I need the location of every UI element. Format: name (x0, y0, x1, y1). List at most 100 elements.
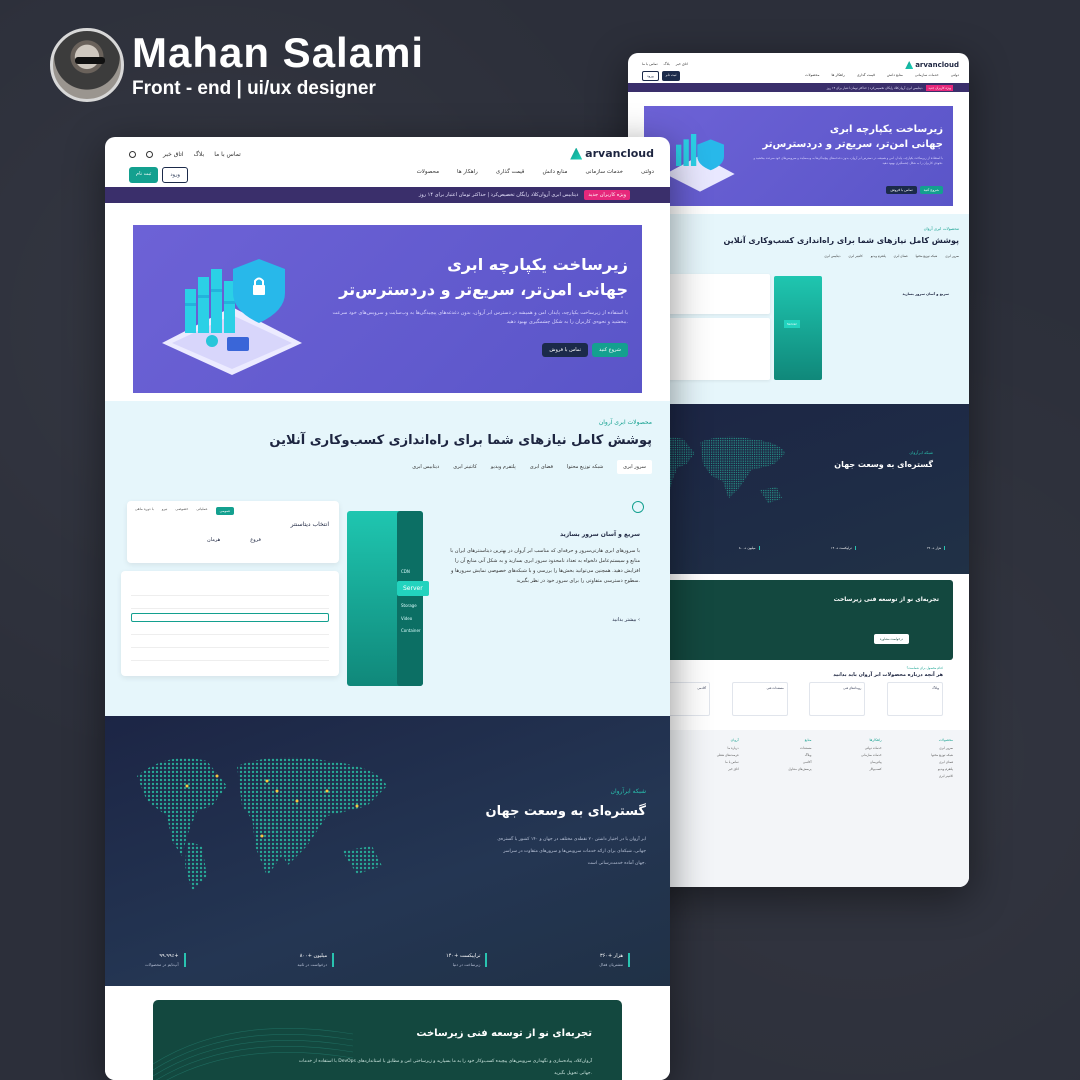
dash-menu-video[interactable]: Video (401, 616, 412, 621)
start-button[interactable]: شروع کنید (592, 343, 628, 357)
top-nav: تماس با ما بلاگ اتاق خبر (642, 62, 688, 66)
dash-menu-server[interactable]: Server (784, 320, 800, 328)
filter-tab[interactable]: خصوصی (175, 507, 188, 515)
resource-card[interactable]: مستندات فنی (731, 682, 788, 716)
section-title: پوشش کامل نیازهای شما برای راه‌اندازی کس… (723, 236, 959, 245)
stat-customers: هزار +۳۶۰ مشتریان فعال (599, 953, 630, 967)
nav-link[interactable]: تماس با ما (214, 151, 241, 158)
cloud-security-illustration (162, 259, 302, 375)
footer-column: آروان درباره ما فرصت‌های شغلی تماس با ما اتا… (716, 738, 739, 771)
promo-bar[interactable]: دیتابیس ابری آروان‌کلاد رایگان تخصیص‌کرد… (628, 83, 969, 92)
tab[interactable]: دیتابیس ابری (824, 254, 840, 258)
datacenter-option[interactable]: هرمان (207, 537, 220, 543)
table-row[interactable] (131, 613, 329, 622)
start-button[interactable]: شروع کنید (919, 186, 943, 194)
promo-bar[interactable]: دیتابیس ابری آروان‌کلاد رایگان تخصیص‌کرد… (105, 187, 670, 203)
nav-link[interactable]: بلاگ (194, 151, 205, 158)
nav-link[interactable]: اتاق خبر (676, 62, 688, 66)
login-button[interactable]: ورود (642, 71, 659, 81)
tab[interactable]: پلتفرم ویدیو (871, 254, 886, 258)
section-kicker: محصولات ابری آروان (923, 226, 959, 231)
tab[interactable]: کانتینر ابری (849, 254, 863, 258)
footer-column: راهکارها خدمات دولتی خدمات سازمانی پیام‌رسا… (861, 738, 882, 771)
network-stats: هزار +۳۶۰ مشتریان فعال تراپیکست +۱۴۰ زیرسا… (145, 953, 630, 967)
filter-tab[interactable]: نیرو (162, 507, 168, 515)
signup-button[interactable]: ثبت نام (661, 71, 681, 81)
menu-item[interactable]: قیمت گذاری (496, 169, 525, 175)
tab-cloud-server[interactable]: سرور ابری (617, 460, 652, 474)
promo-text: دیتابیس ابری آروان‌کلاد رایگان تخصیص‌کرد… (418, 192, 579, 198)
learn-more-link[interactable]: بیشتر بدانید ‹ (612, 617, 640, 623)
menu-item[interactable]: دولتی (641, 169, 654, 175)
tab[interactable]: شبکه توزیع محتوا (916, 254, 938, 258)
promo-badge: ویژه کاربران جدید (584, 190, 630, 200)
dash-menu-server[interactable]: Server (397, 581, 429, 596)
dash-menu-storage[interactable]: Storage (401, 603, 417, 608)
tab-container[interactable]: کانتینر ابری (453, 464, 477, 474)
login-button[interactable]: ورود (162, 167, 188, 183)
nav-link[interactable]: بلاگ (664, 62, 670, 66)
products-section: محصولات ابری آروان پوشش کامل نیازهای شما… (105, 401, 670, 716)
products-section: محصولات ابری آروان پوشش کامل نیازهای شما… (628, 214, 969, 404)
nav-link[interactable]: اتاق خبر (163, 151, 184, 158)
table-row[interactable] (131, 626, 329, 635)
menu-item[interactable]: راهکار ها (831, 73, 844, 77)
table-row[interactable] (131, 587, 329, 596)
resource-card[interactable]: رویدادهای فنی (809, 682, 866, 716)
menu-item[interactable]: خدمات سازمانی (585, 169, 623, 175)
site-logo[interactable]: arvancloud (905, 61, 959, 69)
table-row[interactable] (131, 639, 329, 648)
globe-icon[interactable] (129, 151, 136, 158)
dashboard-sidebar: CDN Server Storage Video Container (347, 511, 429, 686)
tab[interactable]: سرور ابری (945, 254, 959, 258)
signup-button[interactable]: ثبت نام (129, 167, 159, 183)
main-menu: دولتی خدمات سازمانی منابع دانش قیمت گذار… (805, 73, 959, 77)
nav-link[interactable]: تماس با ما (642, 62, 658, 66)
footer: محصولات سرور ابری شبکه توزیع محتوا فضای ابر… (628, 730, 969, 887)
tab-storage[interactable]: فضای ابری (530, 464, 553, 474)
menu-item[interactable]: منابع دانش (887, 73, 903, 77)
devops-consult-button[interactable]: درخواست مشاوره (873, 634, 909, 644)
menu-item[interactable]: راهکار ها (457, 169, 478, 175)
filter-tab[interactable]: با دوره ماهی (135, 507, 154, 515)
tab-cdn[interactable]: شبکه توزیع محتوا (567, 464, 603, 474)
dash-menu-container[interactable]: Container (401, 628, 421, 633)
hero-title: زیرساخت یکپارچه ابری (829, 124, 943, 135)
bulb-icon[interactable] (146, 151, 153, 158)
menu-item[interactable]: منابع دانش (542, 169, 567, 175)
dash-menu-cdn[interactable]: CDN (401, 569, 410, 574)
filter-tab[interactable]: عملیاتی (196, 507, 207, 515)
table-row[interactable] (131, 652, 329, 661)
tab[interactable]: فضای ابری (894, 254, 908, 258)
table-row[interactable] (131, 600, 329, 609)
author-avatar (50, 28, 124, 102)
menu-item[interactable]: محصولات (805, 73, 819, 77)
contact-sales-button[interactable]: تماس با فروش (886, 186, 917, 194)
product-tabs: سرور ابری شبکه توزیع محتوا فضای ابری پلت… (412, 460, 652, 474)
tab-database[interactable]: دیتابیس ابری (412, 464, 439, 474)
menu-item[interactable]: خدمات سازمانی (915, 73, 939, 77)
section-kicker: شبکه ابرآروان (909, 450, 933, 455)
section-kicker: محصولات ابری آروان (598, 419, 652, 426)
contact-sales-button[interactable]: تماس با فروش (542, 343, 589, 357)
hero-subtitle: جهانی امن‌تر، سریع‌تر و دردسترس‌تر (339, 280, 628, 299)
menu-item[interactable]: محصولات (417, 169, 439, 175)
datacenter-option[interactable]: فروغ (250, 537, 261, 543)
server-table (121, 571, 339, 676)
menu-item[interactable]: قیمت گذاری (857, 73, 875, 77)
network-section: شبکه ابرآروان گستره‌ای به وسعت جهان ابر … (105, 716, 670, 986)
network-stats: هزار +۳۶۰ تراپیکست +۱۴۰ میلیون +۸۰۰ +۹۹.… (652, 546, 945, 550)
cards-kicker: کدام محصول برای شماست؟ (906, 666, 943, 670)
filter-tab[interactable]: عمومی (215, 507, 235, 515)
hero-title: زیرساخت یکپارچه ابری (447, 255, 628, 274)
top-nav: اتاق خبر بلاگ تماس با ما (129, 151, 241, 158)
menu-item[interactable]: دولتی (951, 73, 959, 77)
site-logo[interactable]: arvancloud (570, 147, 654, 160)
feature-title: سریع و آسان سرور بسازید (559, 531, 640, 538)
section-title: گستره‌ای به وسعت جهان (834, 460, 933, 469)
resource-card[interactable]: وبلاگ (887, 682, 943, 716)
feature-description: با سرورهای ابری هارتی‌سرور و حرفه‌ای که … (450, 548, 640, 584)
stat-requests: میلیون +۸۰۰ درخواست در ثانیه (297, 953, 335, 967)
tab-video[interactable]: پلتفرم ویدیو (491, 464, 516, 474)
hero-description: با استفاده از زیرساخت یکپارچه، پایدار، ا… (753, 156, 944, 165)
